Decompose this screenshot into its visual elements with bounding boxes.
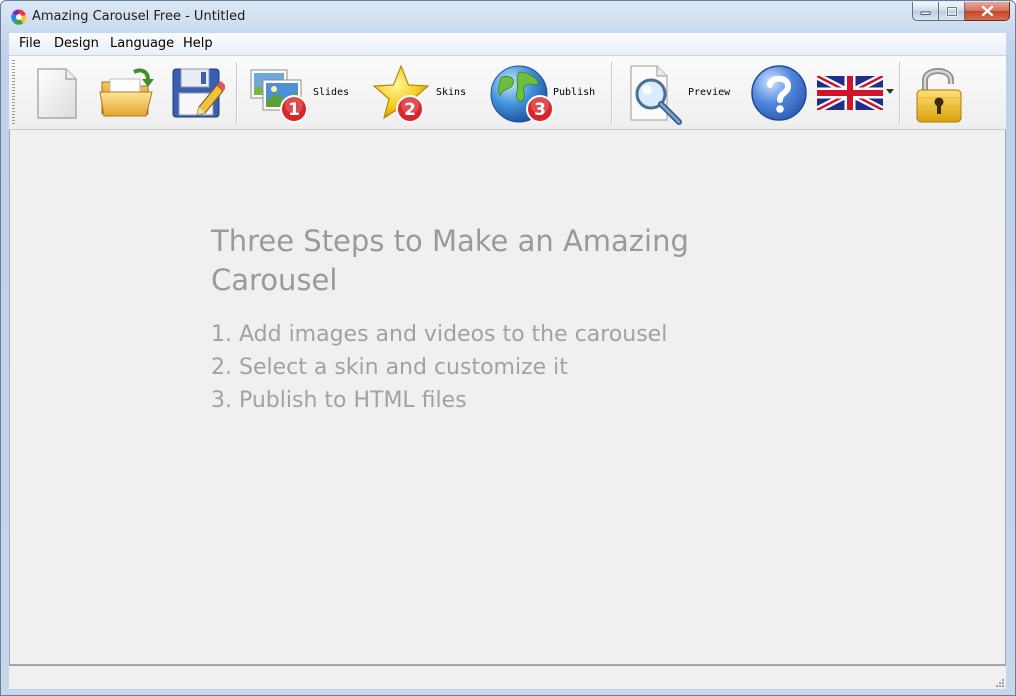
publish-button[interactable]: 3 Publish xyxy=(487,56,605,129)
step-2: 2. Select a skin and customize it xyxy=(211,355,568,380)
slides-button[interactable]: 1 Slides xyxy=(245,56,355,129)
preview-magnifier-icon xyxy=(630,65,682,125)
window-title: Amazing Carousel Free - Untitled xyxy=(32,9,246,24)
maximize-icon xyxy=(945,5,958,17)
caption-buttons xyxy=(912,2,1010,22)
open-folder-icon xyxy=(99,68,154,117)
resize-grip-icon[interactable] xyxy=(994,677,1004,687)
help-question-icon xyxy=(751,65,807,121)
app-window: Amazing Carousel Free - Untitled File De… xyxy=(0,0,1016,696)
toolbar-separator xyxy=(236,62,238,124)
save-button[interactable] xyxy=(165,56,229,129)
skins-step-number: 2 xyxy=(404,100,416,120)
menu-file[interactable]: File xyxy=(19,36,41,51)
toolbar-grip[interactable] xyxy=(12,60,15,126)
title-bar[interactable]: Amazing Carousel Free - Untitled xyxy=(1,1,1015,33)
skins-button[interactable]: 2 Skins xyxy=(367,56,477,129)
preview-label: Preview xyxy=(688,87,731,98)
step-1: 1. Add images and videos to the carousel xyxy=(211,322,668,347)
menu-language[interactable]: Language xyxy=(110,36,174,51)
toolbar-separator xyxy=(611,62,613,124)
menu-design[interactable]: Design xyxy=(54,36,99,51)
maximize-button[interactable] xyxy=(939,2,965,21)
publish-label: Publish xyxy=(553,87,596,98)
unlock-button[interactable] xyxy=(907,56,971,129)
publish-step-number: 3 xyxy=(534,100,546,120)
unlock-padlock-icon xyxy=(916,68,962,123)
welcome-title: Three Steps to Make an Amazing Carousel xyxy=(211,224,689,297)
slides-step-number: 1 xyxy=(288,100,300,120)
open-button[interactable] xyxy=(93,56,157,129)
uk-flag-icon xyxy=(817,76,883,110)
skins-label: Skins xyxy=(436,87,467,98)
preview-button[interactable]: Preview xyxy=(621,56,739,129)
slides-label: Slides xyxy=(313,87,350,98)
step-3: 3. Publish to HTML files xyxy=(211,388,467,413)
menu-help[interactable]: Help xyxy=(183,36,213,51)
toolbar-separator xyxy=(899,62,901,124)
menu-bar: File Design Language Help xyxy=(9,33,1006,56)
language-dropdown[interactable] xyxy=(813,56,894,129)
workspace: Three Steps to Make an Amazing Carousel … xyxy=(9,130,1006,665)
steps-list: 1. Add images and videos to the carousel… xyxy=(211,318,667,417)
close-icon xyxy=(981,5,993,17)
save-disk-icon xyxy=(172,68,225,118)
minimize-button[interactable] xyxy=(912,2,939,21)
toolbar: 1 Slides 2 Skins 3 Publish Preview xyxy=(9,56,1006,130)
new-document-icon xyxy=(37,68,77,119)
new-button[interactable] xyxy=(29,56,85,129)
chevron-down-icon xyxy=(886,89,894,94)
status-bar xyxy=(9,665,1006,689)
help-button[interactable] xyxy=(747,56,809,129)
minimize-icon xyxy=(920,11,931,15)
amazing-carousel-app-icon xyxy=(11,9,27,25)
close-button[interactable] xyxy=(965,2,1010,21)
